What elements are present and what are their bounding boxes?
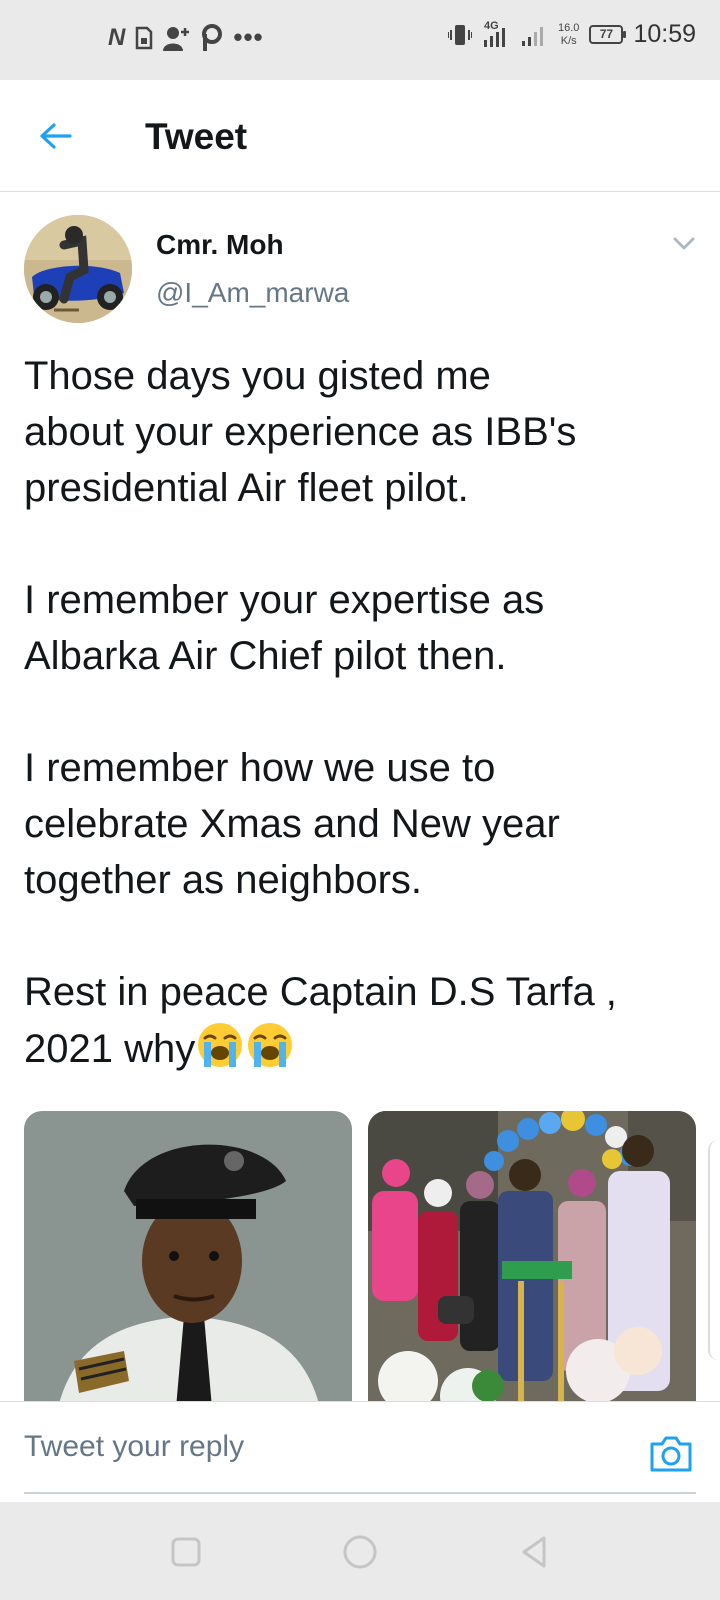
- net-speed: 16.0 K/s: [558, 22, 579, 48]
- media-scroll-indicator: [708, 1140, 720, 1360]
- author-handle[interactable]: @I_Am_marwa: [156, 277, 349, 309]
- battery-level: 77: [599, 27, 614, 41]
- author-name[interactable]: Cmr. Moh: [156, 229, 284, 261]
- page-title: Tweet: [145, 116, 248, 157]
- status-bar: N ••• 4G 16.0 K/s 77 10:59: [0, 0, 720, 80]
- status-notification-icons: N •••: [108, 22, 264, 53]
- camera-icon[interactable]: [648, 1434, 694, 1474]
- tweet-line: together as neighbors.: [24, 858, 423, 902]
- tweet-media: [24, 1111, 696, 1401]
- recent-apps-icon[interactable]: [166, 1532, 206, 1572]
- tweet-line: I remember your expertise as: [24, 578, 545, 622]
- battery-icon: 77: [589, 25, 627, 44]
- tweet-text: Those days you gisted me about your expe…: [24, 348, 696, 1077]
- tweet-line: about your experience as IBB's: [24, 410, 577, 454]
- signal-4g-icon: 4G: [482, 20, 510, 48]
- reply-input[interactable]: [24, 1402, 696, 1494]
- tweet-photo-celebration[interactable]: [368, 1111, 696, 1401]
- reply-bar: [0, 1401, 720, 1501]
- author-avatar[interactable]: [24, 215, 132, 323]
- p-app-icon: [202, 23, 223, 51]
- back-arrow-icon[interactable]: [36, 116, 76, 156]
- clock: 10:59: [633, 20, 696, 48]
- loudly-crying-face-emoji: [198, 1023, 243, 1067]
- status-system-icons: 4G 16.0 K/s 77 10:59: [448, 20, 696, 49]
- vibrate-icon: [448, 24, 473, 45]
- chevron-down-icon[interactable]: [672, 236, 696, 252]
- tweet-line: celebrate Xmas and New year: [24, 802, 560, 846]
- system-nav-bar: [0, 1502, 720, 1600]
- sim-icon: [136, 26, 153, 49]
- app-header: Tweet: [0, 80, 720, 192]
- tweet-line: Albarka Air Chief pilot then.: [24, 634, 507, 678]
- home-icon[interactable]: [340, 1532, 380, 1572]
- tweet-line: I remember how we use to: [24, 746, 496, 790]
- add-person-icon: [163, 26, 190, 51]
- back-triangle-icon[interactable]: [514, 1532, 554, 1572]
- n-app-icon: N: [108, 23, 126, 51]
- net-speed-value: 16.0: [558, 21, 580, 34]
- tweet-photo-pilot[interactable]: [24, 1111, 352, 1401]
- signal-icon: [522, 26, 544, 46]
- net-speed-unit: K/s: [560, 34, 577, 47]
- tweet-line: presidential Air fleet pilot.: [24, 466, 469, 510]
- tweet-line: Rest in peace Captain D.S Tarfa ,: [24, 970, 617, 1014]
- tweet-line: 2021 why: [24, 1027, 196, 1071]
- loudly-crying-face-emoji: [248, 1023, 293, 1067]
- more-notifications-icon: •••: [233, 22, 264, 52]
- tweet-line-last: 2021 why: [24, 1020, 696, 1077]
- tweet-line: Those days you gisted me: [24, 354, 491, 398]
